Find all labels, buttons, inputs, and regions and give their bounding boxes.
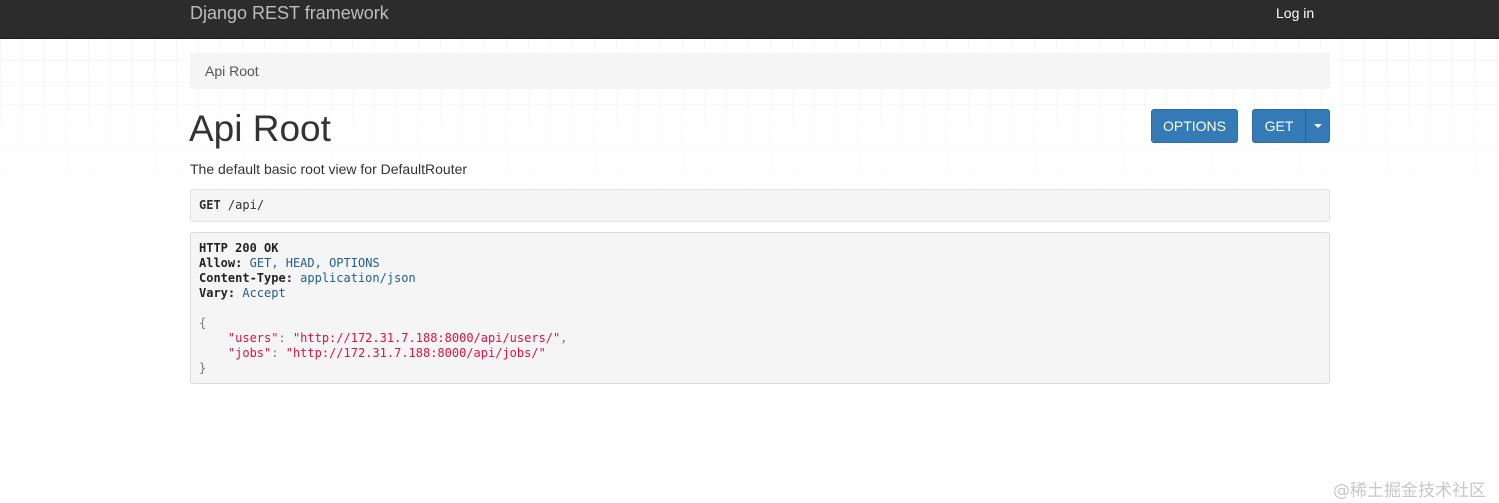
get-button[interactable]: GET — [1252, 109, 1306, 143]
breadcrumb: Api Root — [190, 53, 1330, 89]
page-title: Api Root — [189, 108, 331, 149]
response-header-key: Content-Type: — [199, 271, 293, 285]
json-close-brace: } — [199, 361, 207, 375]
response-status: HTTP 200 OK — [199, 241, 279, 255]
json-key: "users" — [227, 331, 279, 345]
json-comma: , — [560, 331, 568, 345]
json-colon: : — [271, 346, 286, 360]
options-button[interactable]: OPTIONS — [1151, 109, 1238, 143]
json-entry: "jobs": "http://172.31.7.188:8000/api/jo… — [199, 346, 1321, 361]
login-link[interactable]: Log in — [1276, 5, 1314, 21]
json-open-brace: { — [199, 316, 207, 330]
json-value-link[interactable]: "http://172.31.7.188:8000/api/jobs/" — [286, 346, 546, 360]
json-value-link[interactable]: "http://172.31.7.188:8000/api/users/" — [293, 331, 560, 345]
response-header-value: Accept — [242, 286, 286, 300]
response-header-key: Allow: — [199, 256, 243, 270]
response-header-row: Allow: GET, HEAD, OPTIONS — [199, 256, 1321, 271]
json-entry: "users": "http://172.31.7.188:8000/api/u… — [199, 331, 1321, 346]
request-method: GET — [199, 198, 221, 212]
json-colon: : — [278, 331, 293, 345]
response-header-value: GET, HEAD, OPTIONS — [249, 256, 380, 270]
json-key: "jobs" — [227, 346, 272, 360]
response-header-key: Vary: — [199, 286, 236, 300]
request-path: /api/ — [227, 198, 265, 212]
request-info: GET /api/ — [190, 189, 1330, 222]
response-header-value: application/json — [300, 271, 416, 285]
get-button-label: GET — [1264, 118, 1294, 134]
watermark: @稀土掘金技术社区 — [1333, 481, 1486, 501]
view-description: The default basic root view for DefaultR… — [190, 161, 468, 177]
response-header-row: Content-Type: application/json — [199, 271, 1321, 286]
options-button-label: OPTIONS — [1162, 118, 1226, 134]
response-info: HTTP 200 OK Allow: GET, HEAD, OPTIONS Co… — [190, 232, 1330, 384]
get-format-dropdown-toggle[interactable] — [1305, 109, 1330, 143]
brand-link[interactable]: Django REST framework — [190, 3, 389, 24]
top-navbar: Django REST framework Log in — [0, 0, 1499, 39]
response-header-row: Vary: Accept — [199, 286, 1321, 301]
caret-down-icon — [1313, 124, 1322, 128]
breadcrumb-item-api-root[interactable]: Api Root — [205, 63, 259, 79]
